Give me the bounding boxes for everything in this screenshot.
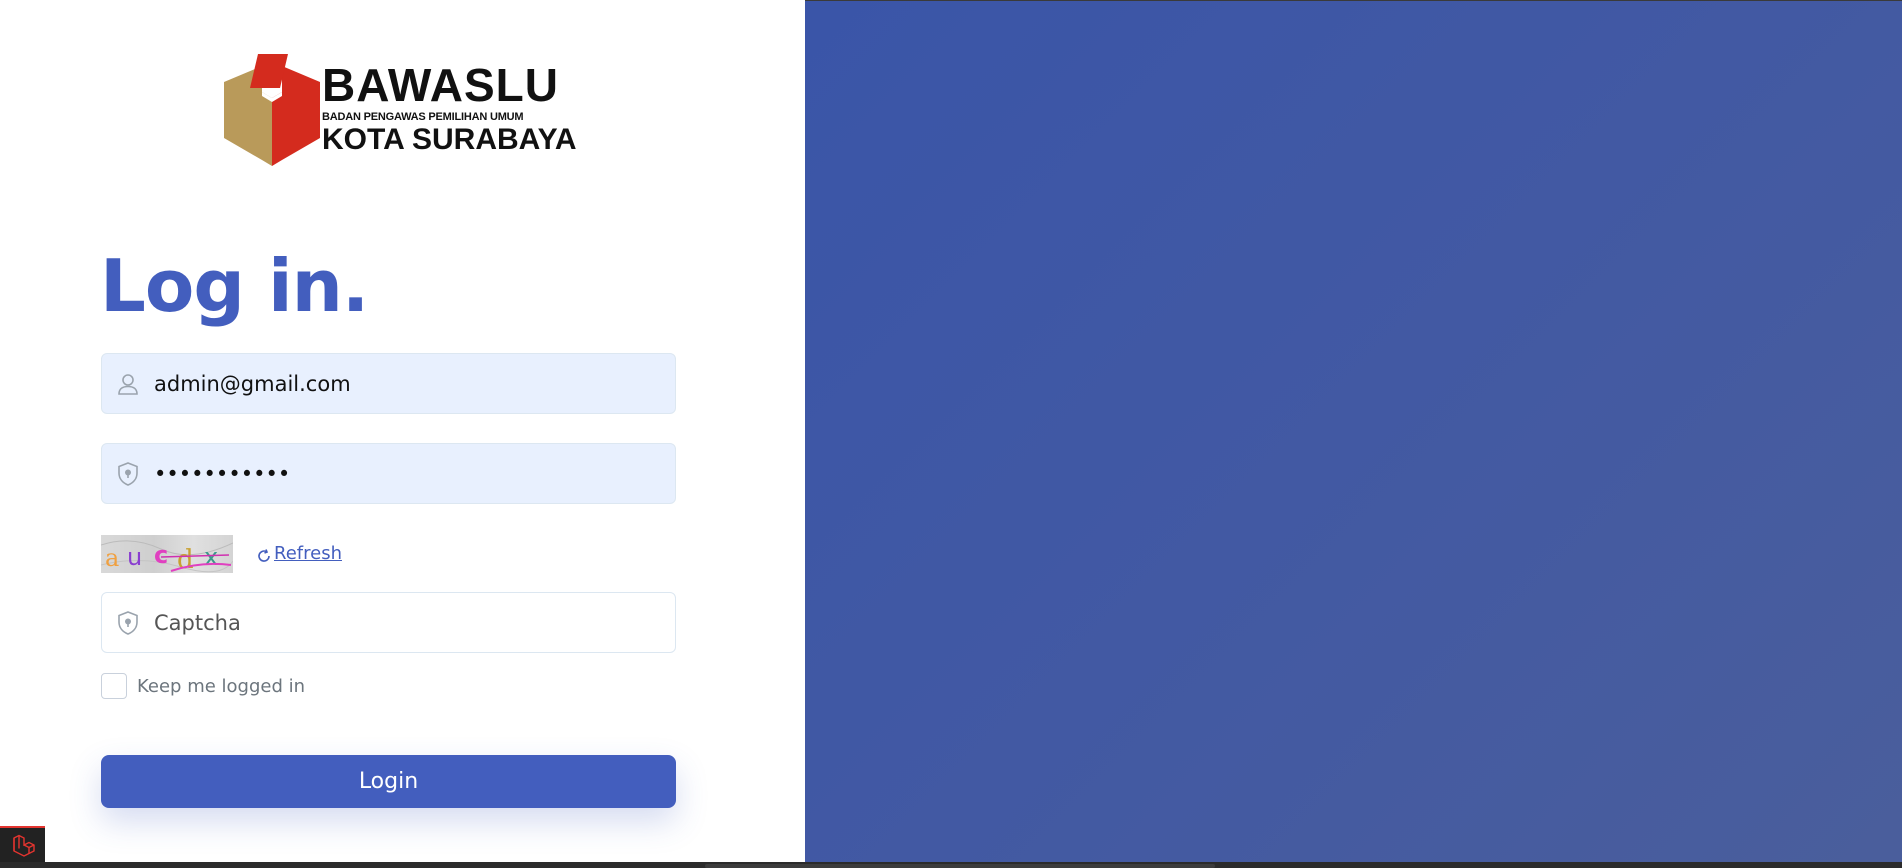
keep-logged-in-checkbox[interactable] — [101, 673, 127, 699]
logo-city: KOTA SURABAYA — [322, 123, 577, 156]
laravel-debugbar-icon[interactable] — [0, 826, 45, 862]
captcha-char: a — [105, 544, 119, 572]
email-input[interactable] — [154, 354, 664, 413]
logo-title: BAWASLU — [322, 59, 559, 111]
refresh-label: Refresh — [274, 543, 342, 564]
bawaslu-logo: BAWASLU BADAN PENGAWAS PEMILIHAN UMUM KO… — [222, 52, 577, 166]
shield-icon — [114, 609, 142, 637]
captcha-field[interactable] — [101, 592, 676, 653]
refresh-icon — [256, 548, 272, 564]
ballot-box-logo-icon — [224, 54, 320, 166]
user-icon — [114, 370, 142, 398]
shield-icon — [114, 460, 142, 488]
email-field[interactable] — [101, 353, 676, 414]
keep-logged-in-label[interactable]: Keep me logged in — [137, 676, 305, 697]
logo-subtitle: BADAN PENGAWAS PEMILIHAN UMUM — [322, 111, 524, 123]
captcha-char: c — [154, 541, 168, 569]
captcha-char: x — [204, 543, 218, 571]
scrollbar-thumb[interactable] — [705, 864, 1215, 868]
captcha-input[interactable] — [154, 593, 664, 652]
login-button[interactable]: Login — [101, 755, 676, 808]
password-input[interactable] — [154, 444, 664, 503]
captcha-char: u — [127, 543, 142, 571]
logo-text: BAWASLU BADAN PENGAWAS PEMILIHAN UMUM KO… — [322, 59, 577, 156]
page-title: Log in. — [100, 244, 369, 328]
password-field[interactable] — [101, 443, 676, 504]
keep-logged-in-row: Keep me logged in — [101, 673, 305, 699]
login-page: BAWASLU BADAN PENGAWAS PEMILIHAN UMUM KO… — [0, 0, 1902, 868]
captcha-image: a u c d x — [101, 535, 233, 573]
login-panel: BAWASLU BADAN PENGAWAS PEMILIHAN UMUM KO… — [0, 0, 805, 862]
decorative-side-panel — [805, 1, 1902, 862]
refresh-captcha-link[interactable]: Refresh — [256, 543, 342, 564]
